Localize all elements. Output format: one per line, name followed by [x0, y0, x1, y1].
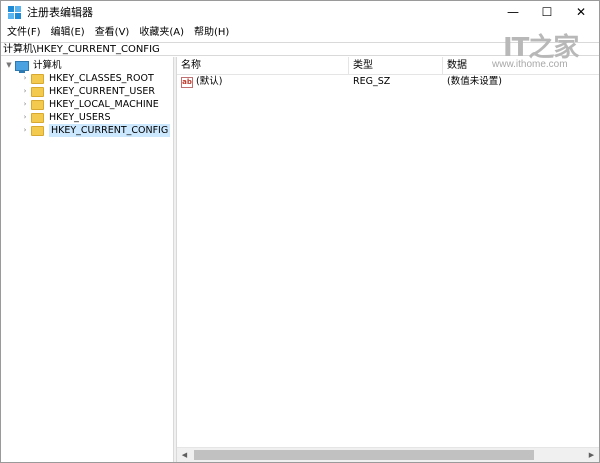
menu-edit[interactable]: 编辑(E) — [47, 25, 89, 41]
folder-icon — [31, 86, 44, 97]
string-value-icon: ab — [181, 76, 193, 88]
tree-item-computer[interactable]: ▼ 计算机 — [5, 59, 62, 73]
chevron-right-icon[interactable]: › — [21, 72, 29, 85]
chevron-right-icon[interactable]: › — [21, 124, 29, 137]
chevron-right-icon[interactable]: › — [21, 85, 29, 98]
close-icon: ✕ — [575, 5, 587, 19]
maximize-icon: ☐ — [541, 5, 553, 19]
tree-item-hkey-local-machine[interactable]: › HKEY_LOCAL_MACHINE — [21, 98, 159, 111]
scrollbar-thumb[interactable] — [194, 450, 534, 460]
minimize-icon: — — [507, 5, 519, 19]
maximize-button[interactable]: ☐ — [530, 1, 564, 23]
chevron-right-icon[interactable]: › — [21, 98, 29, 111]
value-name: (默认) — [196, 76, 223, 87]
tree-item-hkey-current-user[interactable]: › HKEY_CURRENT_USER — [21, 85, 155, 98]
value-data: (数值未设置) — [447, 76, 502, 87]
menu-bar: 文件(F) 编辑(E) 查看(V) 收藏夹(A) 帮助(H) — [1, 25, 599, 41]
registry-editor-window: 注册表编辑器 — ☐ ✕ 文件(F) 编辑(E) 查看(V) 收藏夹(A) 帮助… — [0, 0, 600, 463]
menu-favorites[interactable]: 收藏夹(A) — [135, 25, 188, 41]
computer-icon — [15, 60, 29, 73]
values-list: 名称 类型 数据 ab (默认) REG_SZ (数值未设置) — [177, 57, 599, 447]
tree-item-label-selected: HKEY_CURRENT_CONFIG — [49, 124, 171, 137]
key-tree: ▼ 计算机 › HKEY_CLASSES_ROOT › HKEY_CURRENT… — [1, 57, 173, 462]
minimize-button[interactable]: — — [496, 1, 530, 23]
tree-item-label: 计算机 — [33, 60, 62, 71]
close-button[interactable]: ✕ — [564, 1, 598, 23]
chevron-down-icon[interactable]: ▼ — [5, 59, 13, 72]
scroll-right-icon[interactable]: ▶ — [584, 448, 599, 462]
list-header: 名称 类型 数据 — [177, 57, 599, 75]
value-type: REG_SZ — [353, 76, 391, 87]
folder-icon — [31, 112, 44, 123]
tree-item-hkey-current-config[interactable]: › HKEY_CURRENT_CONFIG — [21, 124, 171, 137]
menu-help[interactable]: 帮助(H) — [190, 25, 233, 41]
registry-app-icon — [8, 6, 21, 19]
folder-icon — [31, 125, 44, 136]
window-title: 注册表编辑器 — [27, 6, 93, 19]
table-row[interactable]: ab (默认) REG_SZ (数值未设置) — [177, 75, 599, 89]
tree-item-label: HKEY_CLASSES_ROOT — [49, 73, 154, 84]
scroll-left-icon[interactable]: ◀ — [177, 448, 192, 462]
tree-item-hkey-classes-root[interactable]: › HKEY_CLASSES_ROOT — [21, 72, 154, 85]
tree-item-label: HKEY_CURRENT_USER — [49, 86, 155, 97]
value-name-cell: ab (默认) — [181, 75, 222, 89]
column-header-data[interactable]: 数据 — [443, 57, 599, 74]
folder-icon — [31, 99, 44, 110]
title-bar[interactable]: 注册表编辑器 — ☐ ✕ — [1, 1, 599, 25]
column-header-name[interactable]: 名称 — [177, 57, 349, 74]
tree-item-hkey-users[interactable]: › HKEY_USERS — [21, 111, 111, 124]
chevron-right-icon[interactable]: › — [21, 111, 29, 124]
menu-file[interactable]: 文件(F) — [3, 25, 45, 41]
horizontal-scrollbar[interactable]: ◀ ▶ — [177, 447, 599, 462]
address-bar[interactable]: 计算机\HKEY_CURRENT_CONFIG — [1, 42, 599, 56]
folder-icon — [31, 73, 44, 84]
column-header-type[interactable]: 类型 — [349, 57, 443, 74]
tree-item-label: HKEY_USERS — [49, 112, 111, 123]
tree-item-label: HKEY_LOCAL_MACHINE — [49, 99, 159, 110]
menu-view[interactable]: 查看(V) — [91, 25, 134, 41]
